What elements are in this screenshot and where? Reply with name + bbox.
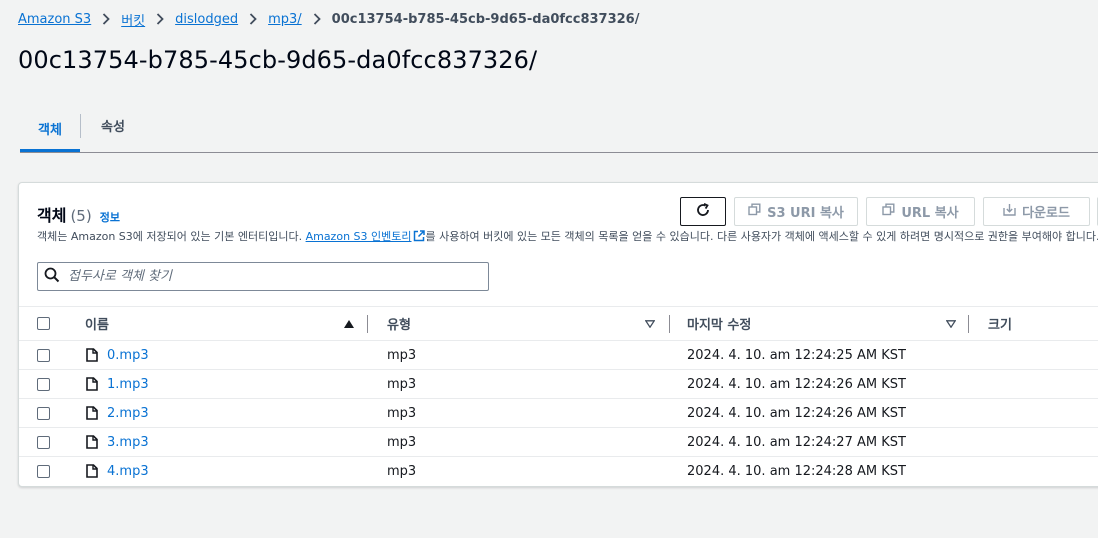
caret-down-icon[interactable]	[946, 307, 956, 340]
caret-up-icon[interactable]	[344, 307, 354, 340]
description-text-before: 객체는 Amazon S3에 저장되어 있는 기본 엔터티입니다.	[37, 230, 306, 243]
table-row: 2.mp3 mp3 2024. 4. 10. am 12:24:26 AM KS…	[19, 399, 1098, 428]
panel-heading: 객체 (5) 정보	[37, 202, 120, 226]
copy-icon	[748, 203, 761, 220]
caret-down-icon[interactable]	[645, 307, 655, 340]
object-name-link[interactable]: 0.mp3	[107, 341, 149, 369]
table-body: 0.mp3 mp3 2024. 4. 10. am 12:24:25 AM KS…	[19, 341, 1098, 486]
table-row: 1.mp3 mp3 2024. 4. 10. am 12:24:26 AM KS…	[19, 370, 1098, 399]
copy-s3-uri-label: S3 URI 복사	[767, 206, 844, 221]
refresh-button[interactable]	[680, 197, 726, 226]
column-divider	[968, 315, 969, 333]
search-icon	[44, 267, 60, 287]
info-link[interactable]: 정보	[100, 209, 120, 225]
column-header-last-modified[interactable]: 마지막 수정	[687, 307, 751, 340]
object-name-link[interactable]: 1.mp3	[107, 370, 149, 398]
search-input[interactable]	[68, 269, 468, 284]
object-count: (5)	[70, 207, 92, 225]
object-type: mp3	[387, 347, 417, 363]
copy-icon	[882, 203, 895, 220]
breadcrumb-item-amazon-s3[interactable]: Amazon S3	[18, 12, 91, 27]
chevron-right-icon	[238, 13, 268, 25]
tab-properties[interactable]: 속성	[82, 108, 144, 142]
object-name-link[interactable]: 4.mp3	[107, 457, 149, 485]
object-name-link[interactable]: 2.mp3	[107, 399, 149, 427]
column-divider	[669, 315, 670, 333]
copy-s3-uri-button[interactable]: S3 URI 복사	[734, 197, 858, 226]
object-type: mp3	[387, 376, 417, 392]
select-all-checkbox[interactable]	[37, 317, 50, 330]
file-icon	[86, 341, 98, 369]
object-type: mp3	[387, 434, 417, 450]
refresh-icon	[695, 202, 711, 222]
breadcrumb: Amazon S3 버킷 dislodged mp3/ 00c13754-b78…	[18, 9, 639, 29]
description-text-after: 를 사용하여 버킷에 있는 모든 객체의 목록을 얻을 수 있습니다. 다른 사…	[425, 230, 1098, 243]
panel-title: 객체	[37, 206, 67, 225]
tab-divider	[80, 114, 81, 138]
breadcrumb-item-folder[interactable]: mp3/	[268, 12, 302, 27]
objects-table: 이름 유형 마지막 수정 크기 0.mp3 mp3 2024. 4. 10. a…	[19, 306, 1098, 486]
column-header-type[interactable]: 유형	[387, 307, 411, 340]
download-button[interactable]: 다운로드	[983, 197, 1090, 226]
row-checkbox[interactable]	[37, 436, 50, 449]
tab-objects[interactable]: 객체	[20, 108, 80, 152]
table-row: 0.mp3 mp3 2024. 4. 10. am 12:24:25 AM KS…	[19, 341, 1098, 370]
table-header: 이름 유형 마지막 수정 크기	[19, 306, 1098, 341]
file-icon	[86, 399, 98, 427]
page-title: 00c13754-b785-45cb-9d65-da0fcc837326/	[18, 46, 538, 74]
row-checkbox[interactable]	[37, 378, 50, 391]
object-last-modified: 2024. 4. 10. am 12:24:26 AM KST	[687, 405, 906, 421]
breadcrumb-item-bucket[interactable]: dislodged	[175, 12, 238, 27]
external-link-icon[interactable]	[413, 230, 425, 245]
object-last-modified: 2024. 4. 10. am 12:24:27 AM KST	[687, 434, 906, 450]
column-divider	[367, 315, 368, 333]
column-header-name[interactable]: 이름	[85, 307, 109, 340]
table-row: 3.mp3 mp3 2024. 4. 10. am 12:24:27 AM KS…	[19, 428, 1098, 457]
copy-url-button[interactable]: URL 복사	[866, 197, 975, 226]
file-icon	[86, 428, 98, 456]
download-icon	[1003, 203, 1016, 220]
download-label: 다운로드	[1022, 206, 1070, 221]
row-checkbox[interactable]	[37, 349, 50, 362]
objects-panel: 객체 (5) 정보 객체는 Amazon S3에 저장되어 있는 기본 엔터티입…	[18, 182, 1098, 487]
chevron-right-icon	[302, 13, 332, 25]
file-icon	[86, 370, 98, 398]
chevron-right-icon	[145, 13, 175, 25]
object-last-modified: 2024. 4. 10. am 12:24:25 AM KST	[687, 347, 906, 363]
object-last-modified: 2024. 4. 10. am 12:24:26 AM KST	[687, 376, 906, 392]
row-checkbox[interactable]	[37, 407, 50, 420]
tab-bar: 객체 속성	[20, 108, 1098, 153]
copy-url-label: URL 복사	[901, 206, 959, 221]
object-type: mp3	[387, 405, 417, 421]
column-header-size[interactable]: 크기	[988, 307, 1012, 340]
chevron-right-icon	[91, 13, 121, 25]
panel-description: 객체는 Amazon S3에 저장되어 있는 기본 엔터티입니다. Amazon…	[37, 228, 1098, 245]
row-checkbox[interactable]	[37, 465, 50, 478]
object-type: mp3	[387, 463, 417, 479]
object-last-modified: 2024. 4. 10. am 12:24:28 AM KST	[687, 463, 906, 479]
object-name-link[interactable]: 3.mp3	[107, 428, 149, 456]
inventory-link[interactable]: Amazon S3 인벤토리	[306, 230, 412, 243]
file-icon	[86, 457, 98, 485]
breadcrumb-current: 00c13754-b785-45cb-9d65-da0fcc837326/	[331, 11, 640, 27]
search-box	[37, 262, 489, 291]
breadcrumb-item-buckets[interactable]: 버킷	[121, 10, 145, 29]
table-row: 4.mp3 mp3 2024. 4. 10. am 12:24:28 AM KS…	[19, 457, 1098, 486]
